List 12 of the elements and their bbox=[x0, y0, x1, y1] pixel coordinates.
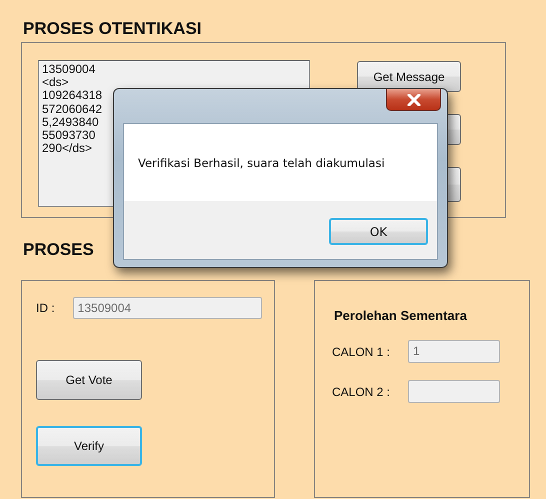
get-vote-button[interactable]: Get Vote bbox=[36, 360, 142, 400]
dialog-message: Verifikasi Berhasil, suara telah diakumulasi bbox=[138, 156, 385, 170]
candidate-label: CALON 2 : bbox=[332, 384, 392, 398]
verify-button[interactable]: Verify bbox=[36, 426, 142, 466]
close-icon bbox=[406, 94, 420, 106]
id-label: ID : bbox=[36, 301, 55, 315]
close-button[interactable] bbox=[386, 89, 441, 111]
section-title: PROSES bbox=[23, 240, 95, 260]
candidate-label: CALON 1 : bbox=[332, 344, 392, 358]
results-title: Perolehan Sementara bbox=[334, 308, 468, 323]
section-title: PROSES OTENTIKASI bbox=[23, 19, 203, 40]
ok-button[interactable]: OK bbox=[329, 218, 428, 245]
